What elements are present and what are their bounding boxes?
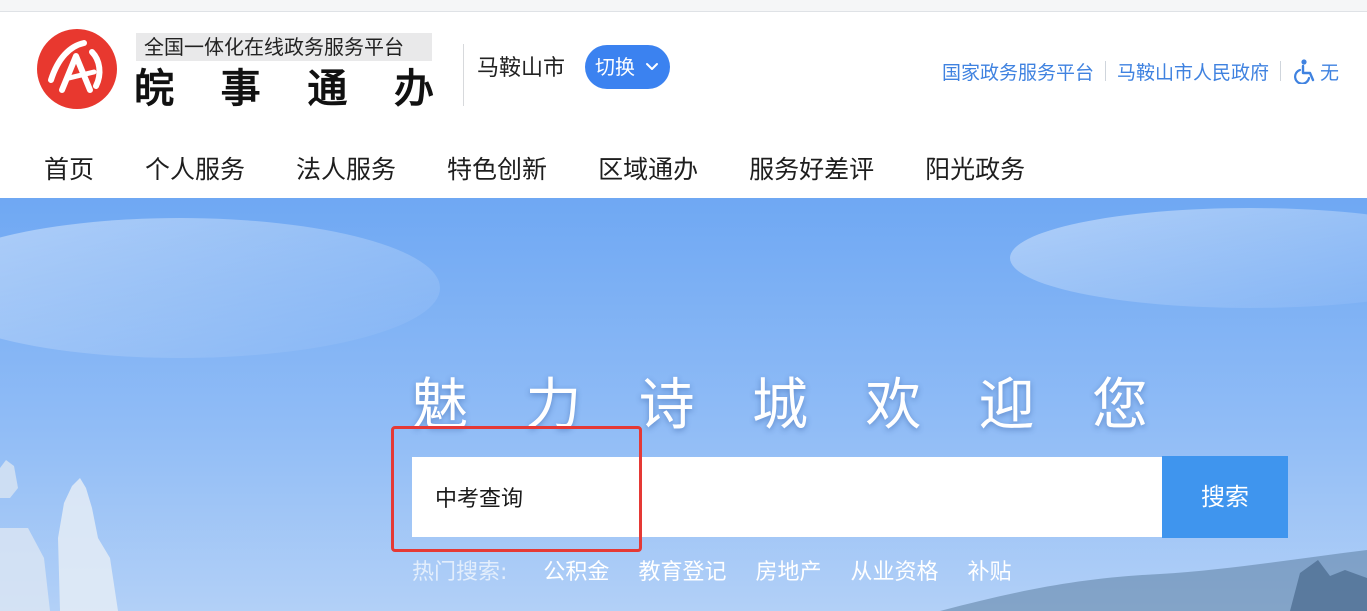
hero-title-char: 城: [751, 373, 808, 438]
nav-item-open-government[interactable]: 阳光政务: [925, 152, 1025, 188]
browser-top-edge: [0, 0, 1367, 12]
wsth-logo-icon[interactable]: [36, 28, 118, 110]
hot-search-item[interactable]: 公积金: [543, 554, 609, 586]
site-header: 全国一体化在线政务服务平台 皖 事 通 办 马鞍山市 切换 国家政务服务平台 马…: [0, 12, 1367, 198]
hero-title: 魅 力 诗 城 欢 迎 您: [412, 373, 1148, 439]
nav-item-featured-innovation[interactable]: 特色创新: [447, 152, 547, 188]
link-separator: [1105, 61, 1107, 81]
hot-search-label: 热门搜索:: [412, 560, 508, 585]
accessibility-label: 无: [1320, 61, 1340, 84]
hot-search: 热门搜索: 公积金 教育登记 房地产 从业资格 补贴: [412, 554, 1041, 586]
brand-subtitle: 全国一体化在线政务服务平台: [136, 33, 432, 61]
hero-title-char: 您: [1091, 373, 1148, 438]
nav-item-home[interactable]: 首页: [44, 152, 94, 188]
hot-search-item[interactable]: 补贴: [967, 554, 1011, 586]
link-city-government[interactable]: 马鞍山市人民政府: [1117, 58, 1269, 85]
search-box: [412, 457, 1162, 537]
hero-title-char: 迎: [978, 373, 1035, 438]
link-national-platform[interactable]: 国家政务服务平台: [942, 58, 1094, 85]
brand-title-char: 皖: [134, 66, 174, 112]
top-links: 国家政务服务平台 马鞍山市人民政府 无: [942, 58, 1339, 84]
wheelchair-icon: [1294, 59, 1315, 84]
hero-title-char: 欢: [865, 373, 922, 438]
city-switch-label: 切换: [595, 55, 635, 79]
search-input[interactable]: [412, 457, 1162, 537]
city-switch-button[interactable]: 切换: [585, 45, 670, 89]
nav-item-legal-entity-services[interactable]: 法人服务: [296, 152, 396, 188]
current-city: 马鞍山市: [477, 56, 566, 81]
hot-search-item[interactable]: 房地产: [755, 554, 821, 586]
brand-title-char: 事: [220, 66, 261, 112]
nav-item-service-rating[interactable]: 服务好差评: [749, 152, 874, 188]
header-divider: [463, 44, 464, 106]
nav-item-regional-services[interactable]: 区域通办: [598, 152, 698, 188]
hero-title-char: 力: [525, 373, 582, 438]
nav-item-personal-services[interactable]: 个人服务: [145, 152, 245, 188]
hot-search-item[interactable]: 从业资格: [850, 554, 938, 586]
brand-title[interactable]: 皖 事 通 办: [134, 64, 434, 114]
page: 全国一体化在线政务服务平台 皖 事 通 办 马鞍山市 切换 国家政务服务平台 马…: [0, 0, 1367, 611]
brand-title-char: 通: [307, 66, 348, 112]
search-button[interactable]: 搜索: [1162, 456, 1288, 538]
link-separator: [1280, 61, 1282, 81]
hero-title-char: 诗: [638, 373, 695, 438]
hero-title-char: 魅: [412, 373, 468, 438]
main-nav: 首页 个人服务 法人服务 特色创新 区域通办 服务好差评 阳光政务: [44, 152, 1076, 188]
accessibility-link[interactable]: 无: [1292, 58, 1339, 85]
brand-title-char: 办: [393, 66, 434, 112]
chevron-down-icon: [646, 63, 658, 70]
hot-search-item[interactable]: 教育登记: [638, 554, 726, 586]
hero-banner: 魅 力 诗 城 欢 迎 您 搜索 热门搜索: 公积金 教育登记 房地产 从业资格…: [0, 198, 1367, 611]
